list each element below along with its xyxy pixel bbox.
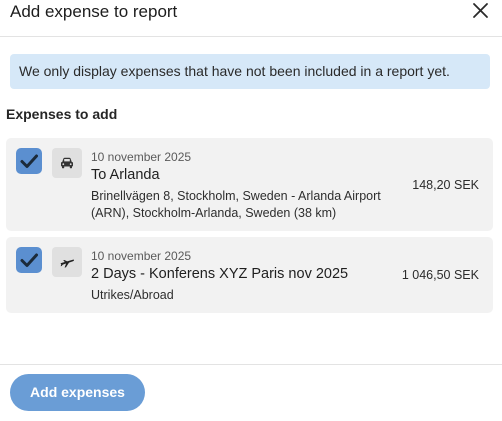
add-expenses-button[interactable]: Add expenses: [10, 374, 145, 411]
expense-checkbox[interactable]: [16, 247, 42, 273]
close-button[interactable]: [470, 1, 490, 21]
car-icon: [52, 148, 82, 178]
info-notice: We only display expenses that have not b…: [10, 54, 490, 89]
footer-divider: [0, 364, 502, 365]
expense-date: 10 november 2025: [91, 249, 192, 263]
expense-date: 10 november 2025: [91, 150, 192, 164]
section-title: Expenses to add: [6, 106, 118, 122]
expense-description: Brinellvägen 8, Stockholm, Sweden - Arla…: [91, 189, 381, 220]
expense-item[interactable]: 10 november 2025 2 Days - Konferens XYZ …: [6, 237, 493, 313]
expense-amount: 1 046,50 SEK: [401, 268, 479, 282]
expense-item[interactable]: 10 november 2025 To Arlanda Brinellvägen…: [6, 138, 493, 231]
checkmark-icon: [20, 154, 38, 168]
expense-title: 2 Days - Konferens XYZ Paris nov 2025: [91, 266, 349, 282]
expense-description: Utrikes/Abroad: [91, 288, 174, 302]
expense-title: To Arlanda: [91, 167, 160, 183]
expense-amount: 148,20 SEK: [412, 178, 479, 192]
dialog-header: Add expense to report: [0, 0, 502, 37]
close-icon: [473, 3, 488, 18]
expense-checkbox[interactable]: [16, 148, 42, 174]
checkmark-icon: [20, 253, 38, 267]
airplane-icon: [52, 247, 82, 277]
add-expense-dialog: Add expense to report We only display ex…: [0, 0, 502, 421]
dialog-title: Add expense to report: [10, 2, 178, 21]
